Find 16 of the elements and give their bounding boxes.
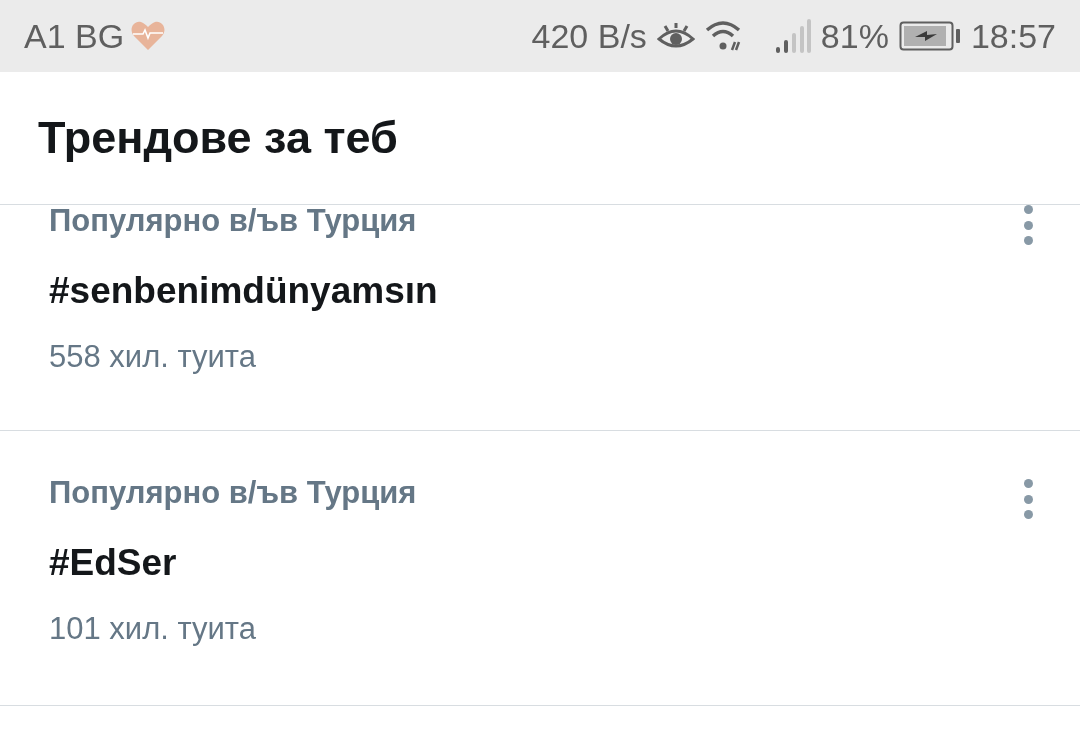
carrier-name: A1 BG	[24, 16, 125, 56]
heart-pulse-icon	[130, 20, 167, 52]
clock-time: 18:57	[970, 16, 1056, 56]
trend-context: Популярно в/ъв Турция	[49, 203, 418, 239]
tweet-count: 558 хил. туита	[49, 338, 257, 376]
battery-charging-icon	[898, 21, 961, 51]
trend-item[interactable]: Популярно в/ъв Турция #senbenimdünyamsın 558 хил. туита	[0, 205, 1080, 431]
tweet-count: 101 хил. туита	[49, 610, 257, 648]
battery-percent: 81%	[820, 16, 889, 56]
trend-hashtag: #EdSer	[49, 541, 178, 585]
trend-context: Популярно в/ъв Турция	[49, 475, 418, 511]
trend-hashtag: #senbenimdünyamsın	[49, 269, 439, 313]
trend-item[interactable]: Популярно в/ъв Турция #EdSer 101 хил. туита	[0, 431, 1080, 706]
signal-icon	[774, 19, 811, 53]
network-speed: 420 B/s	[531, 16, 647, 56]
page-title: Трендове за теб	[38, 112, 398, 164]
